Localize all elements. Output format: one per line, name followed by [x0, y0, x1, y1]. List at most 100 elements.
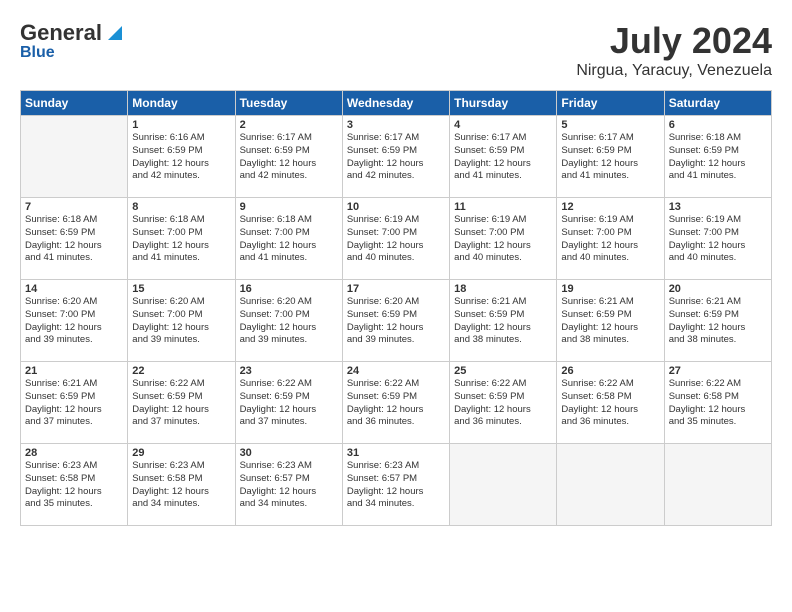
day-number: 20: [669, 283, 767, 295]
week-row-1: 1Sunrise: 6:16 AM Sunset: 6:59 PM Daylig…: [21, 116, 772, 198]
day-info: Sunrise: 6:17 AM Sunset: 6:59 PM Dayligh…: [561, 132, 659, 183]
week-row-5: 28Sunrise: 6:23 AM Sunset: 6:58 PM Dayli…: [21, 444, 772, 526]
calendar-cell: [450, 444, 557, 526]
day-number: 19: [561, 283, 659, 295]
day-info: Sunrise: 6:20 AM Sunset: 7:00 PM Dayligh…: [132, 296, 230, 347]
calendar-header-wednesday: Wednesday: [342, 91, 449, 116]
calendar-cell: 17Sunrise: 6:20 AM Sunset: 6:59 PM Dayli…: [342, 280, 449, 362]
calendar-cell: 10Sunrise: 6:19 AM Sunset: 7:00 PM Dayli…: [342, 198, 449, 280]
month-title: July 2024: [576, 20, 772, 62]
calendar-cell: 25Sunrise: 6:22 AM Sunset: 6:59 PM Dayli…: [450, 362, 557, 444]
calendar-cell: 1Sunrise: 6:16 AM Sunset: 6:59 PM Daylig…: [128, 116, 235, 198]
day-number: 22: [132, 365, 230, 377]
calendar-cell: 3Sunrise: 6:17 AM Sunset: 6:59 PM Daylig…: [342, 116, 449, 198]
day-info: Sunrise: 6:21 AM Sunset: 6:59 PM Dayligh…: [454, 296, 552, 347]
day-info: Sunrise: 6:21 AM Sunset: 6:59 PM Dayligh…: [669, 296, 767, 347]
day-info: Sunrise: 6:19 AM Sunset: 7:00 PM Dayligh…: [669, 214, 767, 265]
calendar-cell: 15Sunrise: 6:20 AM Sunset: 7:00 PM Dayli…: [128, 280, 235, 362]
day-number: 29: [132, 447, 230, 459]
day-info: Sunrise: 6:18 AM Sunset: 6:59 PM Dayligh…: [669, 132, 767, 183]
calendar-header-friday: Friday: [557, 91, 664, 116]
week-row-4: 21Sunrise: 6:21 AM Sunset: 6:59 PM Dayli…: [21, 362, 772, 444]
calendar-cell: 20Sunrise: 6:21 AM Sunset: 6:59 PM Dayli…: [664, 280, 771, 362]
calendar-cell: 9Sunrise: 6:18 AM Sunset: 7:00 PM Daylig…: [235, 198, 342, 280]
day-number: 30: [240, 447, 338, 459]
week-row-3: 14 Sunrise: 6:20 AM Sunset: 7:00 PM Dayli…: [21, 280, 772, 362]
day-info: Sunrise: 6:22 AM Sunset: 6:59 PM Dayligh…: [454, 378, 552, 429]
week-row-2: 7Sunrise: 6:18 AM Sunset: 6:59 PM Daylig…: [21, 198, 772, 280]
calendar-table: SundayMondayTuesdayWednesdayThursdayFrid…: [20, 90, 772, 526]
day-number: 25: [454, 365, 552, 377]
calendar-cell: 13Sunrise: 6:19 AM Sunset: 7:00 PM Dayli…: [664, 198, 771, 280]
day-number: 4: [454, 119, 552, 131]
calendar-cell: 5Sunrise: 6:17 AM Sunset: 6:59 PM Daylig…: [557, 116, 664, 198]
calendar-cell: 2Sunrise: 6:17 AM Sunset: 6:59 PM Daylig…: [235, 116, 342, 198]
day-info: Sunrise: 6:23 AM Sunset: 6:58 PM Dayligh…: [25, 460, 123, 511]
calendar-cell: 26Sunrise: 6:22 AM Sunset: 6:58 PM Dayli…: [557, 362, 664, 444]
day-number: 18: [454, 283, 552, 295]
calendar-header-tuesday: Tuesday: [235, 91, 342, 116]
calendar-header-thursday: Thursday: [450, 91, 557, 116]
calendar-cell: 8Sunrise: 6:18 AM Sunset: 7:00 PM Daylig…: [128, 198, 235, 280]
day-info: Sunrise: 6:19 AM Sunset: 7:00 PM Dayligh…: [347, 214, 445, 265]
day-number: 31: [347, 447, 445, 459]
calendar-cell: 7Sunrise: 6:18 AM Sunset: 6:59 PM Daylig…: [21, 198, 128, 280]
day-number: 16: [240, 283, 338, 295]
calendar-cell: 21Sunrise: 6:21 AM Sunset: 6:59 PM Dayli…: [21, 362, 128, 444]
day-number: 6: [669, 119, 767, 131]
logo-blue-text: Blue: [20, 44, 55, 62]
day-number: 26: [561, 365, 659, 377]
day-number: 14: [25, 283, 123, 295]
calendar-cell: 27Sunrise: 6:22 AM Sunset: 6:58 PM Dayli…: [664, 362, 771, 444]
location: Nirgua, Yaracuy, Venezuela: [576, 62, 772, 80]
day-info: Sunrise: 6:18 AM Sunset: 7:00 PM Dayligh…: [132, 214, 230, 265]
calendar-cell: 14Sunrise: 6:20 AM Sunset: 7:00 PM Dayli…: [21, 280, 128, 362]
calendar-header-monday: Monday: [128, 91, 235, 116]
header: General Blue July 2024 Nirgua, Yaracuy, …: [20, 20, 772, 80]
calendar-cell: [664, 444, 771, 526]
day-number: 9: [240, 201, 338, 213]
day-number: 7: [25, 201, 123, 213]
day-info: Sunrise: 6:21 AM Sunset: 6:59 PM Dayligh…: [25, 378, 123, 429]
calendar-cell: 12Sunrise: 6:19 AM Sunset: 7:00 PM Dayli…: [557, 198, 664, 280]
day-info: Sunrise: 6:18 AM Sunset: 7:00 PM Dayligh…: [240, 214, 338, 265]
calendar-cell: 29Sunrise: 6:23 AM Sunset: 6:58 PM Dayli…: [128, 444, 235, 526]
day-info: Sunrise: 6:22 AM Sunset: 6:59 PM Dayligh…: [132, 378, 230, 429]
day-info: Sunrise: 6:17 AM Sunset: 6:59 PM Dayligh…: [240, 132, 338, 183]
day-info: Sunrise: 6:23 AM Sunset: 6:58 PM Dayligh…: [132, 460, 230, 511]
day-info: Sunrise: 6:23 AM Sunset: 6:57 PM Dayligh…: [347, 460, 445, 511]
day-number: 12: [561, 201, 659, 213]
day-info: Sunrise: 6:23 AM Sunset: 6:57 PM Dayligh…: [240, 460, 338, 511]
day-number: 2: [240, 119, 338, 131]
day-number: 1: [132, 119, 230, 131]
day-number: 27: [669, 365, 767, 377]
calendar-cell: 4Sunrise: 6:17 AM Sunset: 6:59 PM Daylig…: [450, 116, 557, 198]
calendar-cell: 24Sunrise: 6:22 AM Sunset: 6:59 PM Dayli…: [342, 362, 449, 444]
calendar-header-saturday: Saturday: [664, 91, 771, 116]
calendar-cell: [557, 444, 664, 526]
calendar-cell: 19Sunrise: 6:21 AM Sunset: 6:59 PM Dayli…: [557, 280, 664, 362]
day-number: 11: [454, 201, 552, 213]
day-info: Sunrise: 6:19 AM Sunset: 7:00 PM Dayligh…: [561, 214, 659, 265]
day-number: 28: [25, 447, 123, 459]
day-number: 24: [347, 365, 445, 377]
calendar-cell: 23Sunrise: 6:22 AM Sunset: 6:59 PM Dayli…: [235, 362, 342, 444]
day-number: 21: [25, 365, 123, 377]
logo-arrow-icon: [104, 22, 126, 44]
day-info: Sunrise: 6:17 AM Sunset: 6:59 PM Dayligh…: [454, 132, 552, 183]
calendar-cell: 16Sunrise: 6:20 AM Sunset: 7:00 PM Dayli…: [235, 280, 342, 362]
day-number: 8: [132, 201, 230, 213]
calendar-header-row: SundayMondayTuesdayWednesdayThursdayFrid…: [21, 91, 772, 116]
logo: General Blue: [20, 20, 126, 62]
day-number: 3: [347, 119, 445, 131]
calendar-cell: 30Sunrise: 6:23 AM Sunset: 6:57 PM Dayli…: [235, 444, 342, 526]
day-info: Sunrise: 6:18 AM Sunset: 6:59 PM Dayligh…: [25, 214, 123, 265]
day-number: 13: [669, 201, 767, 213]
calendar-cell: 22Sunrise: 6:22 AM Sunset: 6:59 PM Dayli…: [128, 362, 235, 444]
day-info: Sunrise: 6:20 AM Sunset: 6:59 PM Dayligh…: [347, 296, 445, 347]
page: General Blue July 2024 Nirgua, Yaracuy, …: [0, 0, 792, 612]
calendar-cell: 28Sunrise: 6:23 AM Sunset: 6:58 PM Dayli…: [21, 444, 128, 526]
day-info: Sunrise: 6:22 AM Sunset: 6:59 PM Dayligh…: [240, 378, 338, 429]
logo-general: General: [20, 20, 102, 46]
title-section: July 2024 Nirgua, Yaracuy, Venezuela: [576, 20, 772, 80]
